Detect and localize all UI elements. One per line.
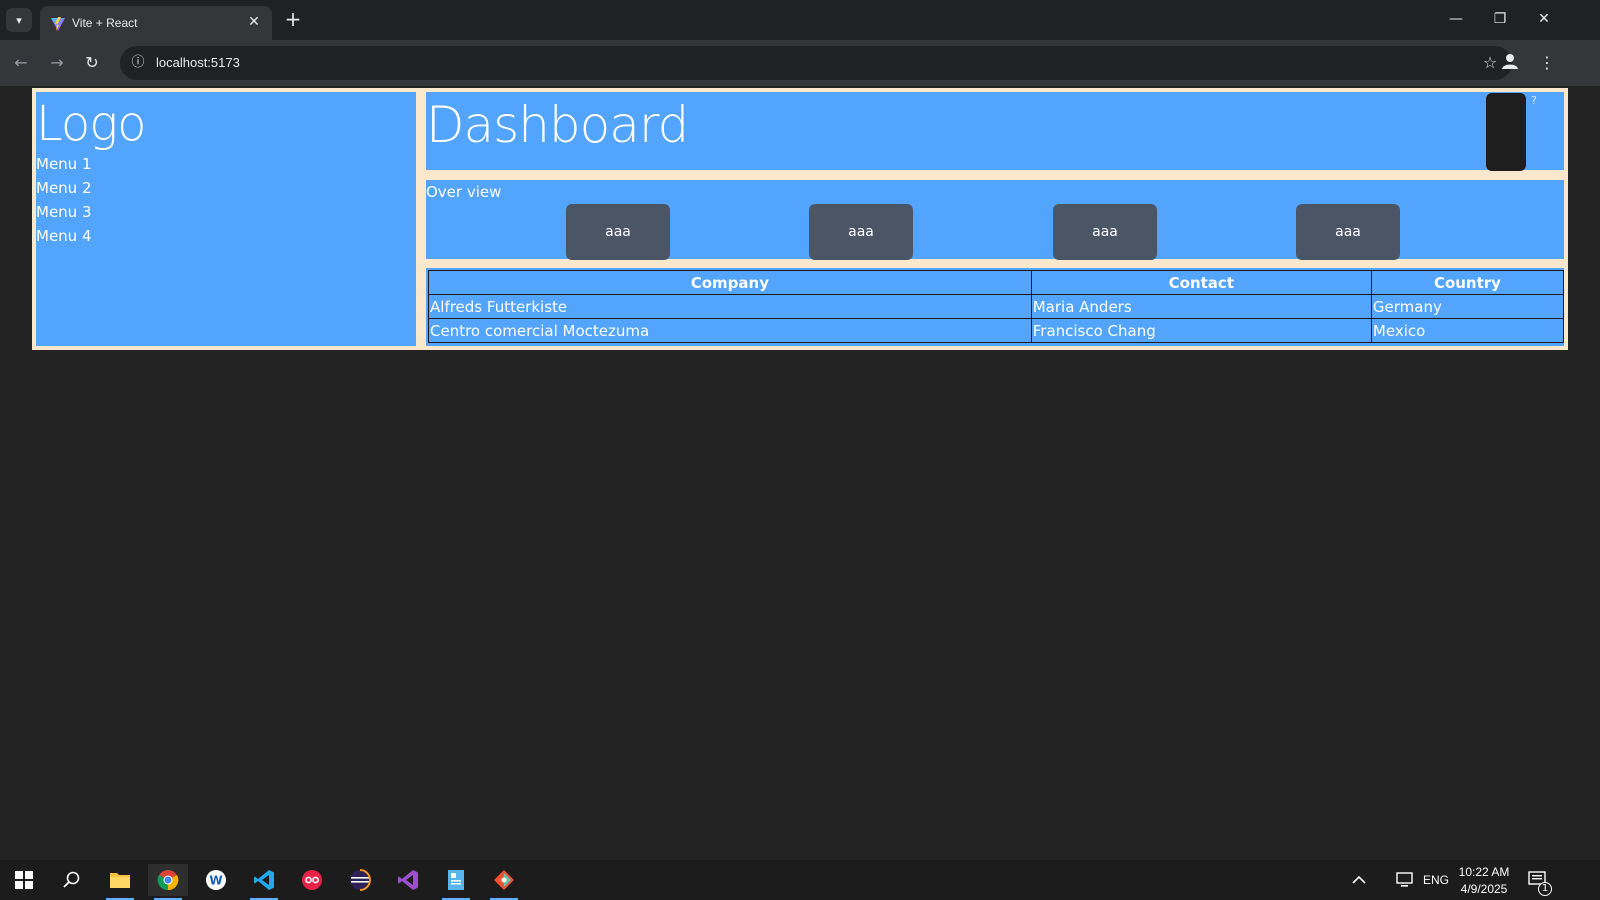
sidebar-item-menu-4[interactable]: Menu 4: [36, 224, 92, 248]
site-info-icon[interactable]: ⓘ: [128, 53, 148, 73]
taskbar: W ENG 10:22 AM 4/9/2025 1: [0, 860, 1600, 900]
cell-company: Alfreds Futterkiste: [428, 294, 1032, 319]
svg-text:W: W: [209, 874, 222, 888]
overview-card-1[interactable]: aaa: [566, 204, 670, 260]
language-indicator[interactable]: ENG: [1422, 873, 1450, 887]
notification-count-badge: 1: [1538, 882, 1552, 896]
header: Dashboard ?: [426, 92, 1564, 171]
search-icon[interactable]: [52, 864, 92, 896]
help-mark[interactable]: ?: [1531, 94, 1537, 107]
file-explorer-icon[interactable]: [100, 864, 140, 900]
cell-country: Germany: [1370, 294, 1565, 319]
cell-company: Centro comercial Moctezuma: [428, 318, 1032, 343]
document-app-icon[interactable]: [436, 864, 476, 900]
profile-icon[interactable]: [1499, 52, 1521, 74]
browser-tab-bar: ▾ Vite + React ✕ + — ❐ ✕: [0, 0, 1600, 40]
sidebar-menu: Menu 1 Menu 2 Menu 3 Menu 4: [36, 152, 92, 248]
table-header-row: Company Contact Country: [428, 270, 1565, 295]
vite-logo-icon: [51, 17, 65, 31]
cell-contact: Francisco Chang: [1030, 318, 1372, 343]
column-header-country: Country: [1370, 270, 1565, 295]
reload-icon[interactable]: ↻: [81, 52, 103, 74]
company-table: Company Contact Country Alfreds Futterki…: [428, 270, 1565, 343]
bookmark-star-icon[interactable]: ☆: [1480, 53, 1500, 73]
tray-chevron-up-icon[interactable]: [1339, 864, 1379, 896]
url-text[interactable]: localhost:5173: [156, 55, 240, 70]
company-table-container: Company Contact Country Alfreds Futterki…: [426, 268, 1565, 346]
notification-icon[interactable]: 1: [1518, 864, 1558, 896]
eclipse-icon[interactable]: [340, 864, 380, 896]
windows-start-icon[interactable]: [4, 864, 44, 896]
visual-studio-icon[interactable]: [388, 864, 428, 896]
logo: Logo: [36, 96, 146, 152]
overview-label: Over view: [426, 183, 502, 201]
table-row: Centro comercial Moctezuma Francisco Cha…: [428, 318, 1565, 343]
app-oo-icon[interactable]: [292, 864, 332, 896]
back-arrow-icon[interactable]: ←: [10, 52, 32, 74]
cell-country: Mexico: [1370, 318, 1565, 343]
browser-tab[interactable]: Vite + React ✕: [40, 6, 272, 40]
app-w-icon[interactable]: W: [196, 864, 236, 896]
browser-toolbar: ← → ↻ ⓘ localhost:5173 ☆ ⋮: [0, 40, 1600, 86]
overview-card-2[interactable]: aaa: [809, 204, 913, 260]
overview-section: Over view aaa aaa aaa aaa: [426, 180, 1564, 260]
sidebar-item-menu-3[interactable]: Menu 3: [36, 200, 92, 224]
sidebar-item-menu-1[interactable]: Menu 1: [36, 152, 92, 176]
tab-search-chevron-icon[interactable]: ▾: [6, 8, 32, 32]
sidebar: Logo Menu 1 Menu 2 Menu 3 Menu 4: [36, 92, 416, 346]
clock-date[interactable]: 4/9/2025: [1456, 882, 1512, 896]
sidebar-item-menu-2[interactable]: Menu 2: [36, 176, 92, 200]
address-bar[interactable]: ⓘ localhost:5173 ☆: [120, 46, 1512, 80]
page-viewport: Logo Menu 1 Menu 2 Menu 3 Menu 4 Dashboa…: [0, 86, 1600, 860]
chrome-icon[interactable]: [148, 864, 188, 900]
forward-arrow-icon[interactable]: →: [46, 52, 68, 74]
page-title: Dashboard: [426, 96, 689, 154]
restore-icon[interactable]: ❐: [1478, 4, 1522, 34]
minimize-icon[interactable]: —: [1434, 4, 1478, 34]
clock-time[interactable]: 10:22 AM: [1456, 865, 1512, 879]
tab-title: Vite + React: [72, 16, 138, 30]
profile-avatar-icon: [1502, 54, 1518, 69]
table-row: Alfreds Futterkiste Maria Anders Germany: [428, 294, 1565, 319]
app-frame: Logo Menu 1 Menu 2 Menu 3 Menu 4 Dashboa…: [32, 88, 1568, 350]
git-app-icon[interactable]: [484, 864, 524, 900]
column-header-company: Company: [428, 270, 1032, 295]
cell-contact: Maria Anders: [1030, 294, 1372, 319]
overview-card-3[interactable]: aaa: [1053, 204, 1157, 260]
browser-menu-kebab-icon[interactable]: ⋮: [1536, 52, 1558, 74]
header-dark-box[interactable]: [1486, 93, 1526, 171]
overview-card-4[interactable]: aaa: [1296, 204, 1400, 260]
tab-close-icon[interactable]: ✕: [246, 14, 262, 30]
column-header-contact: Contact: [1030, 270, 1372, 295]
vscode-icon[interactable]: [244, 864, 284, 900]
new-tab-plus-icon[interactable]: +: [282, 8, 304, 30]
window-close-icon[interactable]: ✕: [1522, 4, 1566, 34]
network-icon[interactable]: [1386, 864, 1426, 896]
